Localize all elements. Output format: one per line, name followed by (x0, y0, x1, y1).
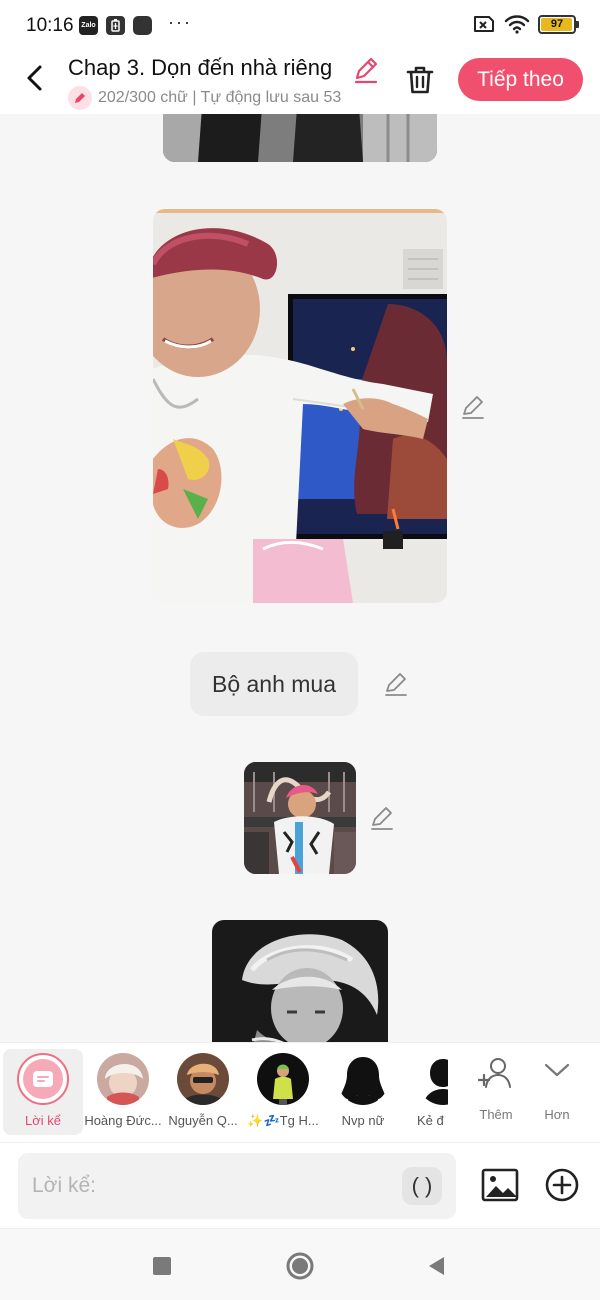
add-character-label: Thêm (479, 1107, 513, 1122)
square-icon (153, 1257, 171, 1275)
app-square-icon (133, 16, 152, 35)
compose-bar: ( ) (0, 1142, 600, 1228)
word-count-line: 202/300 chữ | Tự động lưu sau 53 (68, 86, 341, 110)
add-character-button[interactable]: Thêm (466, 1055, 526, 1135)
narration-input[interactable] (32, 1163, 392, 1209)
trash-icon[interactable] (404, 64, 436, 96)
add-content-icon[interactable] (543, 1166, 581, 1204)
character-label: ✨💤Tg H... (247, 1113, 319, 1128)
character-nguyen-q[interactable]: Nguyễn Q... (163, 1049, 243, 1135)
insert-image-icon[interactable] (480, 1165, 520, 1205)
character-label: Lời kể (25, 1113, 61, 1128)
character-ke-d[interactable]: Kẻ đ (403, 1049, 448, 1135)
battery-level: 97 (550, 17, 564, 30)
back-nav-button[interactable] (421, 1251, 451, 1281)
narration-icon (17, 1053, 69, 1105)
add-user-icon (478, 1058, 511, 1088)
status-bar: 10:16 Zalo ··· 97 (0, 0, 600, 54)
zalo-app-icon: Zalo (79, 16, 98, 35)
character-label: Nguyễn Q... (168, 1113, 238, 1128)
word-count-status: 202/300 chữ | Tự động lưu sau 53 (98, 89, 342, 106)
no-sim-icon (474, 16, 494, 32)
wifi-icon (504, 15, 530, 34)
story-image[interactable] (212, 920, 388, 1042)
avatar (257, 1053, 309, 1105)
edit-pencil-icon[interactable] (383, 671, 409, 697)
system-navigation-bar (0, 1228, 600, 1300)
more-notifications-icon: ··· (168, 12, 192, 32)
edit-pencil-icon[interactable] (369, 805, 395, 831)
story-image[interactable] (244, 762, 356, 874)
avatar (97, 1053, 149, 1105)
story-image[interactable] (163, 114, 437, 162)
battery-icon: 97 (538, 14, 579, 34)
recent-apps-button[interactable] (147, 1251, 177, 1281)
chevron-down-icon (544, 1063, 570, 1077)
more-characters-label: Hơn (544, 1107, 570, 1122)
character-label: Kẻ đ (417, 1113, 444, 1128)
battery-saver-icon (106, 16, 125, 35)
edit-pencil-icon[interactable] (460, 394, 486, 420)
status-time: 10:16 (26, 15, 74, 36)
narration-input-box: ( ) (18, 1153, 456, 1219)
character-selector: Lời kể Hoàng Đức... Nguyễn Q... ✨💤Tg H..… (0, 1042, 600, 1142)
female-silhouette-icon (337, 1053, 389, 1105)
silhouette-icon (417, 1053, 448, 1105)
editor-header: Chap 3. Dọn đến nhà riêng 202/300 chữ | … (0, 54, 600, 114)
home-button[interactable] (285, 1251, 315, 1281)
avatar (177, 1053, 229, 1105)
character-tg-h[interactable]: ✨💤Tg H... (243, 1049, 323, 1135)
story-content[interactable]: Bộ anh mua (0, 114, 600, 1042)
triangle-back-icon (429, 1257, 444, 1275)
character-nvp-nu[interactable]: Nvp nữ (323, 1049, 403, 1135)
pencil-icon (68, 86, 92, 110)
narration-text-bubble[interactable]: Bộ anh mua (190, 652, 358, 716)
character-label: Hoàng Đức... (84, 1113, 162, 1128)
character-hoang-duc[interactable]: Hoàng Đức... (83, 1049, 163, 1135)
chevron-left-icon (27, 65, 42, 91)
story-image[interactable] (153, 209, 447, 603)
character-label: Nvp nữ (341, 1113, 385, 1128)
more-characters-button[interactable]: Hơn (527, 1055, 587, 1135)
edit-title-pencil-icon[interactable] (352, 56, 380, 84)
circle-icon (286, 1252, 314, 1280)
insert-parentheses-button[interactable]: ( ) (402, 1167, 442, 1205)
next-button[interactable]: Tiếp theo (458, 58, 583, 101)
chapter-title[interactable]: Chap 3. Dọn đến nhà riêng (68, 55, 350, 81)
back-button[interactable] (16, 60, 52, 96)
character-narration[interactable]: Lời kể (3, 1049, 83, 1135)
